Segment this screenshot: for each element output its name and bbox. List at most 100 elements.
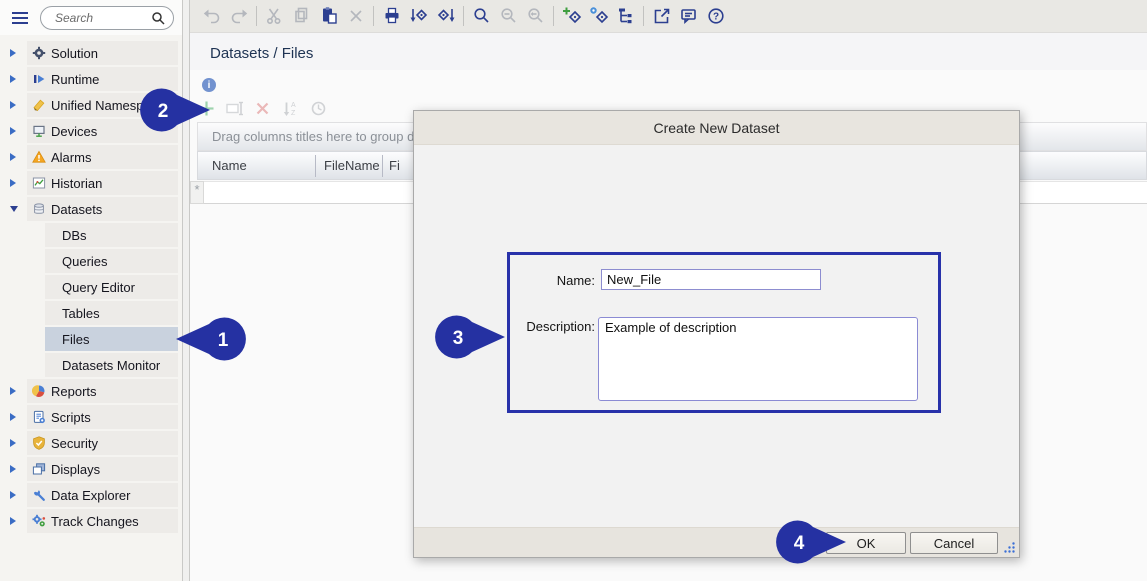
history-icon[interactable]	[308, 98, 329, 119]
sidebar-item-query-editor[interactable]: Query Editor	[0, 275, 182, 299]
breadcrumb: Datasets / Files	[210, 45, 313, 62]
sidebar-item-label: Runtime	[51, 72, 99, 87]
expand-arrow-icon[interactable]	[10, 491, 16, 499]
expand-arrow-icon[interactable]	[10, 465, 16, 473]
help-icon[interactable]: ?	[702, 3, 729, 29]
sidebar-item-historian[interactable]: Historian	[0, 171, 182, 195]
paste-icon[interactable]	[315, 3, 342, 29]
zoom-icon[interactable]	[468, 3, 495, 29]
expand-arrow-icon[interactable]	[10, 153, 16, 161]
search-icon[interactable]	[151, 11, 166, 26]
svg-text:A: A	[291, 102, 296, 109]
sidebar-nav: Solution Runtime Unified Namespace Devic…	[0, 35, 182, 581]
tag-settings-icon[interactable]	[585, 3, 612, 29]
expand-arrow-icon[interactable]	[10, 101, 16, 109]
breadcrumb-band: Datasets / Files	[190, 32, 1147, 70]
ok-button[interactable]: OK	[826, 532, 906, 554]
sidebar-item-reports[interactable]: Reports	[0, 379, 182, 403]
name-field[interactable]	[601, 269, 821, 290]
cancel-button[interactable]: Cancel	[910, 532, 998, 554]
expand-arrow-icon[interactable]	[10, 517, 16, 525]
new-row-marker: *	[190, 181, 204, 204]
expand-arrow-icon[interactable]	[10, 387, 16, 395]
sidebar-item-label: Datasets Monitor	[62, 358, 160, 373]
toolbar-separator	[463, 6, 464, 26]
sidebar-item-queries[interactable]: Queries	[0, 249, 182, 273]
monitor-icon	[32, 124, 46, 138]
sidebar-item-label: Tables	[62, 306, 100, 321]
sidebar-item-datasets[interactable]: Datasets	[0, 197, 182, 221]
sidebar-item-scripts[interactable]: Scripts	[0, 405, 182, 429]
gears-icon	[32, 514, 46, 528]
sidebar-item-alarms[interactable]: Alarms	[0, 145, 182, 169]
sidebar-item-label: Security	[51, 436, 98, 451]
sidebar-item-security[interactable]: Security	[0, 431, 182, 455]
sidebar-item-solution[interactable]: Solution	[0, 41, 182, 65]
add-icon[interactable]	[196, 98, 217, 119]
sidebar-item-tables[interactable]: Tables	[0, 301, 182, 325]
toolbar-separator	[373, 6, 374, 26]
zoom-previous-icon[interactable]	[522, 3, 549, 29]
copy-icon[interactable]	[288, 3, 315, 29]
sidebar-item-displays[interactable]: Displays	[0, 457, 182, 481]
main-toolbar: ?	[190, 0, 1147, 32]
cut-icon[interactable]	[261, 3, 288, 29]
resize-grip[interactable]	[1003, 541, 1016, 554]
hierarchy-icon[interactable]	[612, 3, 639, 29]
sidebar-item-datasets-monitor[interactable]: Datasets Monitor	[0, 353, 182, 377]
column-header-partial[interactable]: Fi	[383, 158, 400, 173]
info-icon[interactable]: i	[202, 78, 216, 92]
dialog-title: Create New Dataset	[414, 111, 1019, 145]
sidebar-item-unified-namespace[interactable]: Unified Namespace	[0, 93, 182, 117]
collapse-arrow-icon[interactable]	[10, 206, 18, 212]
expand-arrow-icon[interactable]	[10, 75, 16, 83]
sidebar-item-data-explorer[interactable]: Data Explorer	[0, 483, 182, 507]
add-tag-icon[interactable]	[558, 3, 585, 29]
print-icon[interactable]	[378, 3, 405, 29]
sidebar-item-label: Queries	[62, 254, 108, 269]
name-label: Name:	[524, 273, 595, 288]
expand-arrow-icon[interactable]	[10, 127, 16, 135]
expand-arrow-icon[interactable]	[10, 413, 16, 421]
open-external-icon[interactable]	[648, 3, 675, 29]
sidebar-item-label: Scripts	[51, 410, 91, 425]
expand-arrow-icon[interactable]	[10, 439, 16, 447]
sidebar-item-files[interactable]: Files	[0, 327, 182, 351]
sidebar-item-label: DBs	[62, 228, 87, 243]
export-tags-icon[interactable]	[432, 3, 459, 29]
undo-icon[interactable]	[198, 3, 225, 29]
feedback-icon[interactable]	[675, 3, 702, 29]
sidebar-item-label: Track Changes	[51, 514, 139, 529]
zoom-out-icon[interactable]	[495, 3, 522, 29]
description-field[interactable]: Example of description	[598, 317, 918, 401]
sort-icon[interactable]: AZ	[280, 98, 301, 119]
import-tags-icon[interactable]	[405, 3, 432, 29]
sidebar-item-label: Solution	[51, 46, 98, 61]
group-by-hint: Drag columns titles here to group data	[212, 129, 432, 144]
column-header-name[interactable]: Name	[198, 158, 315, 173]
sidebar-splitter[interactable]	[182, 0, 190, 581]
shield-icon	[32, 436, 46, 450]
search-input[interactable]	[55, 8, 150, 28]
grid-toolbar: AZ	[196, 98, 329, 119]
sidebar-item-label: Devices	[51, 124, 97, 139]
windows-icon	[32, 462, 46, 476]
delete-icon[interactable]	[342, 3, 369, 29]
sidebar-item-runtime[interactable]: Runtime	[0, 67, 182, 91]
rename-icon[interactable]	[224, 98, 245, 119]
delete-icon[interactable]	[252, 98, 273, 119]
search-box	[40, 6, 174, 30]
runtime-icon	[32, 72, 46, 86]
redo-icon[interactable]	[225, 3, 252, 29]
sidebar-item-label: Query Editor	[62, 280, 135, 295]
hamburger-menu-icon[interactable]	[12, 9, 30, 27]
sidebar-item-dbs[interactable]: DBs	[0, 223, 182, 247]
sidebar-item-track-changes[interactable]: Track Changes	[0, 509, 182, 533]
column-header-filename[interactable]: FileName	[316, 158, 382, 173]
toolbar-separator	[553, 6, 554, 26]
expand-arrow-icon[interactable]	[10, 179, 16, 187]
sidebar-item-label: Alarms	[51, 150, 91, 165]
sidebar-item-devices[interactable]: Devices	[0, 119, 182, 143]
dialog-footer: OK Cancel	[414, 527, 1019, 557]
expand-arrow-icon[interactable]	[10, 49, 16, 57]
